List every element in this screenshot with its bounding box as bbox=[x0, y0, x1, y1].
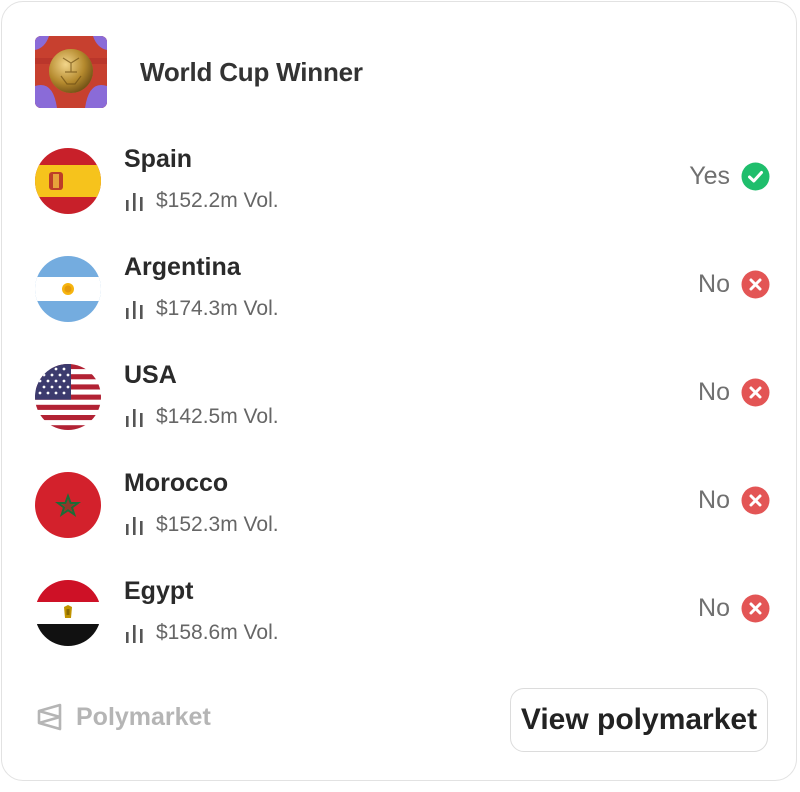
volume-text: $174.3m Vol. bbox=[156, 297, 279, 320]
volume-text: $158.6m Vol. bbox=[156, 621, 279, 644]
volume: $152.3m Vol. bbox=[124, 513, 279, 537]
bar-chart-icon bbox=[126, 301, 143, 319]
result-label: No bbox=[698, 270, 730, 298]
outcome-row-argentina[interactable]: Argentina $174.3m Vol. No bbox=[35, 253, 770, 346]
card-header: World Cup Winner bbox=[35, 35, 635, 109]
volume-text: $152.3m Vol. bbox=[156, 513, 279, 536]
bar-chart-icon bbox=[126, 193, 143, 211]
x-circle-icon bbox=[741, 270, 770, 299]
result-label: No bbox=[698, 486, 730, 514]
country-name: USA bbox=[124, 361, 177, 389]
flag-egypt-icon bbox=[35, 580, 101, 646]
result-label: No bbox=[698, 378, 730, 406]
bar-chart-icon bbox=[126, 625, 143, 643]
flag-morocco-icon bbox=[35, 472, 101, 538]
country-name: Spain bbox=[124, 145, 193, 173]
outcome-row-usa[interactable]: USA $142.5m Vol. No bbox=[35, 361, 770, 454]
volume-text: $142.5m Vol. bbox=[156, 405, 279, 428]
x-circle-icon bbox=[741, 486, 770, 515]
flag-usa-icon bbox=[35, 364, 101, 430]
country-name: Morocco bbox=[124, 469, 229, 497]
bar-chart-icon bbox=[126, 409, 143, 427]
volume-text: $152.2m Vol. bbox=[156, 189, 279, 212]
outcome-result: No bbox=[698, 594, 770, 623]
volume: $158.6m Vol. bbox=[124, 621, 279, 645]
event-title: World Cup Winner bbox=[140, 57, 363, 87]
view-polymarket-button[interactable]: View polymarket bbox=[510, 688, 768, 752]
outcome-result: No bbox=[698, 378, 770, 407]
check-circle-icon bbox=[741, 162, 770, 191]
polymarket-logo-icon bbox=[37, 703, 62, 731]
result-label: Yes bbox=[689, 162, 730, 190]
bar-chart-icon bbox=[126, 517, 143, 535]
outcome-result: Yes bbox=[689, 162, 770, 191]
event-thumbnail bbox=[35, 36, 107, 108]
outcome-result: No bbox=[698, 270, 770, 299]
country-name: Egypt bbox=[124, 577, 194, 605]
result-label: No bbox=[698, 594, 730, 622]
flag-spain-icon bbox=[35, 148, 101, 214]
market-card: World Cup Winner Spain $152.2m Vol. Yes bbox=[1, 1, 797, 781]
polymarket-brand[interactable]: Polymarket bbox=[35, 702, 211, 732]
outcome-result: No bbox=[698, 486, 770, 515]
outcome-row-morocco[interactable]: Morocco $152.3m Vol. No bbox=[35, 469, 770, 562]
brand-name: Polymarket bbox=[76, 702, 211, 731]
soccer-ball-icon bbox=[35, 36, 107, 108]
country-name: Argentina bbox=[124, 253, 241, 281]
outcome-row-spain[interactable]: Spain $152.2m Vol. Yes bbox=[35, 145, 770, 238]
x-circle-icon bbox=[741, 378, 770, 407]
outcome-row-egypt[interactable]: Egypt $158.6m Vol. No bbox=[35, 577, 770, 670]
volume: $142.5m Vol. bbox=[124, 405, 279, 429]
flag-argentina-icon bbox=[35, 256, 101, 322]
volume: $174.3m Vol. bbox=[124, 297, 279, 321]
volume: $152.2m Vol. bbox=[124, 189, 279, 213]
x-circle-icon bbox=[741, 594, 770, 623]
